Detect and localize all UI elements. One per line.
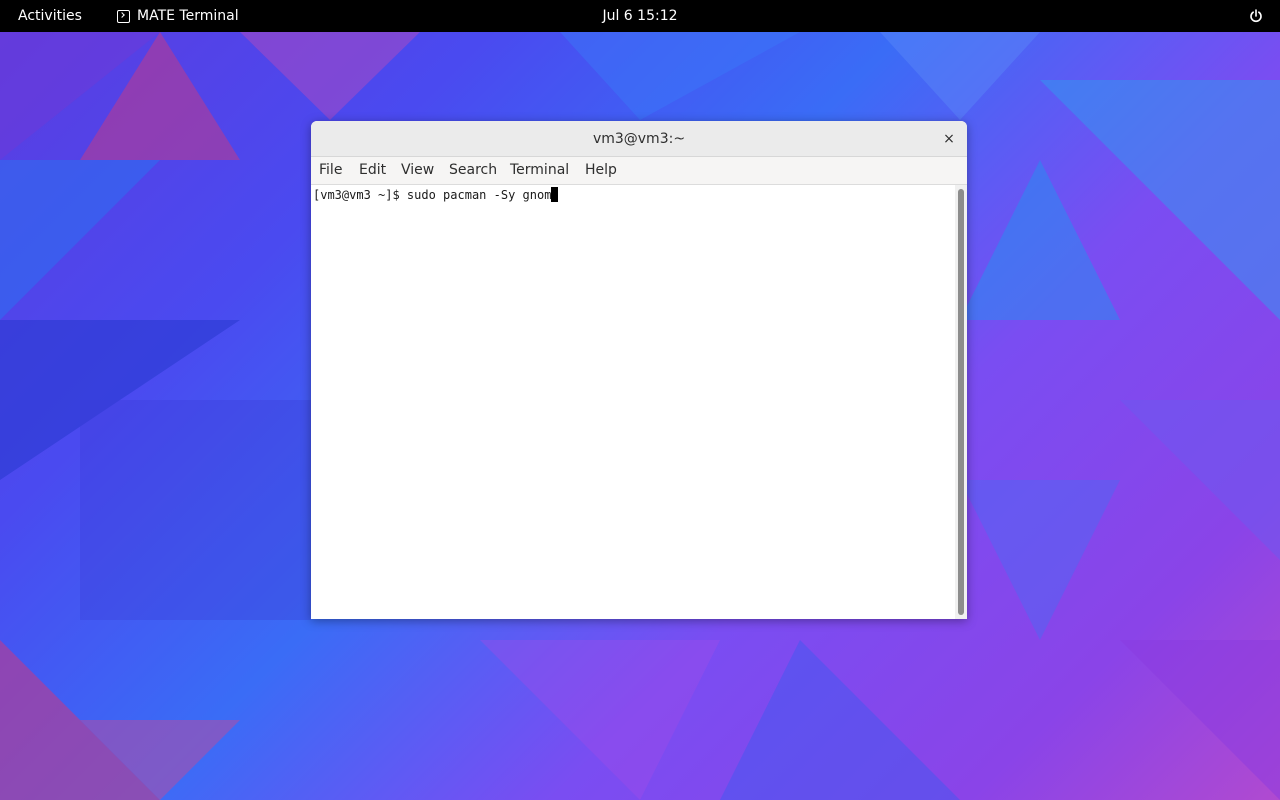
menu-view[interactable]: View: [401, 157, 434, 184]
clock-date: Jul 6: [602, 8, 633, 24]
window-titlebar[interactable]: vm3@vm3:~ ×: [311, 121, 967, 157]
clock-time: 15:12: [637, 8, 678, 24]
terminal-command: sudo pacman -Sy gnom: [406, 188, 552, 202]
date-time-button[interactable]: Jul 6 15:12: [602, 8, 677, 24]
menu-bar: File Edit View Search Terminal Help: [311, 157, 967, 185]
menu-terminal[interactable]: Terminal: [510, 157, 569, 184]
scrollbar[interactable]: [955, 185, 967, 619]
app-name-label: MATE Terminal: [137, 8, 239, 24]
menu-search[interactable]: Search: [449, 157, 497, 184]
app-menu-button[interactable]: MATE Terminal: [117, 0, 239, 32]
menu-file[interactable]: File: [319, 157, 342, 184]
terminal-line: [vm3@vm3 ~]$ sudo pacman -Sy gnom: [313, 187, 559, 203]
terminal-prompt: [vm3@vm3 ~]$: [313, 188, 407, 202]
terminal-icon: [117, 9, 130, 23]
terminal-output[interactable]: [vm3@vm3 ~]$ sudo pacman -Sy gnom: [311, 185, 955, 619]
terminal-window: vm3@vm3:~ × File Edit View Search Termin…: [311, 121, 967, 619]
menu-edit[interactable]: Edit: [359, 157, 386, 184]
top-bar: Activities MATE Terminal Jul 6 15:12: [0, 0, 1280, 32]
menu-help[interactable]: Help: [585, 157, 617, 184]
text-cursor: [551, 187, 559, 202]
activities-button[interactable]: Activities: [18, 0, 82, 32]
system-menu-button[interactable]: [1246, 0, 1266, 32]
window-title: vm3@vm3:~: [592, 131, 686, 147]
close-button[interactable]: ×: [939, 129, 959, 149]
power-icon: [1250, 9, 1262, 23]
scrollbar-thumb[interactable]: [958, 189, 964, 615]
